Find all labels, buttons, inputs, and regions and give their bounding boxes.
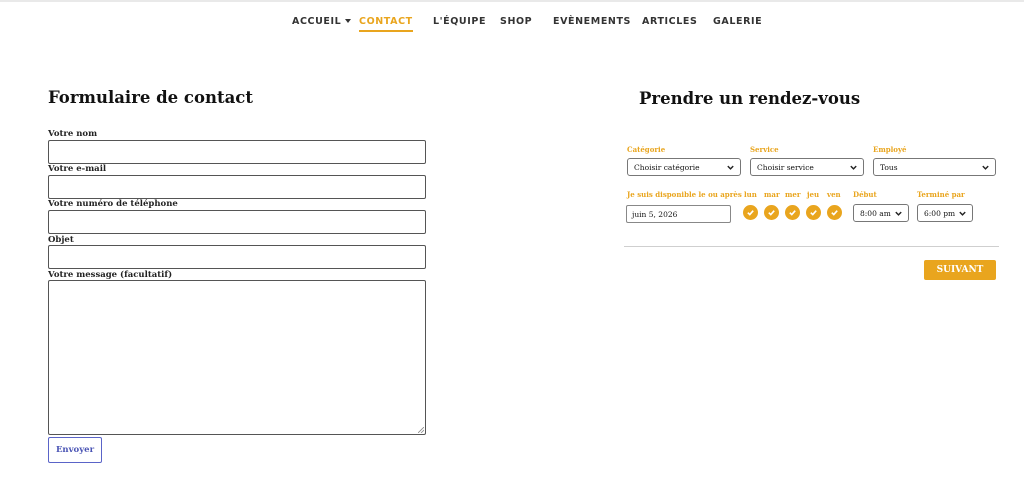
check-icon — [747, 210, 754, 216]
check-icon — [810, 210, 817, 216]
nav-item-articles[interactable]: ARTICLES — [642, 14, 697, 30]
nav-item-contact[interactable]: CONTACT — [359, 14, 413, 32]
day-checkbox-mer[interactable] — [785, 205, 800, 220]
nav-item-evenements[interactable]: EVÈNEMENTS — [553, 14, 631, 30]
employee-selected: Tous — [880, 162, 898, 172]
nav-item-equipe[interactable]: L'ÉQUIPE — [433, 14, 486, 30]
service-label: Service — [750, 145, 779, 154]
end-time-select[interactable]: 6:00 pm — [917, 204, 973, 222]
day-label-mar: mar — [764, 190, 780, 199]
check-icon — [789, 210, 796, 216]
booking-divider — [624, 246, 999, 247]
nav-label: ACCUEIL — [292, 16, 342, 27]
category-label: Catégorie — [627, 145, 666, 154]
name-input[interactable] — [48, 140, 426, 164]
availability-label: Je suis disponible le ou après — [627, 190, 742, 199]
day-label-lun: lun — [744, 190, 757, 199]
category-selected: Choisir catégorie — [634, 162, 700, 172]
availability-date-input[interactable]: juin 5, 2026 — [626, 205, 731, 223]
contact-form-title: Formulaire de contact — [48, 88, 253, 107]
nav-label: EVÈNEMENTS — [553, 16, 631, 27]
day-label-ven: ven — [827, 190, 841, 199]
employee-label: Employé — [873, 145, 907, 154]
subject-label: Objet — [48, 235, 74, 245]
nav-item-accueil[interactable]: ACCUEIL — [292, 14, 352, 30]
day-checkbox-ven[interactable] — [827, 205, 842, 220]
nav-item-galerie[interactable]: GALERIE — [713, 14, 762, 30]
day-label-jeu: jeu — [807, 190, 820, 199]
end-time-selected: 6:00 pm — [924, 208, 956, 218]
start-time-selected: 8:00 am — [860, 208, 891, 218]
name-label: Votre nom — [48, 129, 98, 139]
nav-label: L'ÉQUIPE — [433, 16, 487, 27]
availability-date: juin 5, 2026 — [632, 209, 678, 219]
category-select[interactable]: Choisir catégorie — [627, 158, 741, 176]
nav-item-shop[interactable]: SHOP — [500, 14, 532, 30]
email-input[interactable] — [48, 175, 426, 199]
start-label: Début — [853, 190, 877, 199]
end-label: Terminé par — [917, 190, 965, 199]
chevron-down-icon — [982, 165, 989, 170]
day-checkbox-lun[interactable] — [743, 205, 758, 220]
booking-title: Prendre un rendez-vous — [639, 89, 861, 108]
phone-input[interactable] — [48, 210, 426, 234]
chevron-down-icon — [895, 211, 902, 216]
next-button[interactable]: SUIVANT — [924, 260, 996, 280]
nav-label: GALERIE — [713, 16, 763, 27]
nav-label: ARTICLES — [642, 16, 698, 27]
subject-input[interactable] — [48, 245, 426, 269]
chevron-down-icon — [850, 165, 857, 170]
main-nav: ACCUEIL CONTACT L'ÉQUIPE SHOP EVÈNEMENTS… — [0, 14, 1024, 36]
active-underline — [359, 30, 413, 32]
nav-label: CONTACT — [359, 16, 413, 27]
service-selected: Choisir service — [757, 162, 814, 172]
employee-select[interactable]: Tous — [873, 158, 996, 176]
top-border — [0, 0, 1024, 2]
chevron-down-icon — [727, 165, 734, 170]
chevron-down-icon — [959, 211, 966, 216]
day-label-mer: mer — [785, 190, 801, 199]
day-checkbox-jeu[interactable] — [806, 205, 821, 220]
nav-label: SHOP — [500, 16, 533, 27]
phone-label: Votre numéro de téléphone — [48, 199, 178, 209]
start-time-select[interactable]: 8:00 am — [853, 204, 909, 222]
email-label: Votre e-mail — [48, 164, 107, 174]
message-label: Votre message (facultatif) — [48, 270, 173, 280]
send-button[interactable]: Envoyer — [48, 437, 102, 463]
service-select[interactable]: Choisir service — [750, 158, 864, 176]
check-icon — [831, 210, 838, 216]
check-icon — [768, 210, 775, 216]
message-textarea[interactable] — [48, 280, 426, 435]
resize-handle-icon[interactable] — [418, 427, 424, 433]
chevron-down-icon — [345, 19, 352, 23]
day-checkbox-mar[interactable] — [764, 205, 779, 220]
